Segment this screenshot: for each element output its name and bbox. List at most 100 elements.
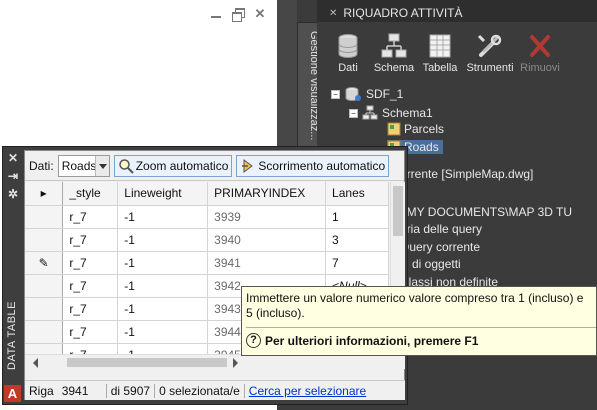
palette-side-bar: ✕ ⇥ ✲ DATA TABLE A bbox=[3, 147, 23, 404]
list-item[interactable]: Query corrente bbox=[400, 240, 480, 254]
tools-button-label: Strumenti bbox=[466, 62, 514, 74]
chevron-down-icon[interactable] bbox=[94, 155, 109, 176]
cell-style[interactable]: r_7 bbox=[62, 205, 119, 229]
tree-item-sdf-label: SDF_1 bbox=[366, 87, 404, 101]
row-header[interactable] bbox=[25, 228, 64, 252]
row-header[interactable] bbox=[25, 343, 64, 354]
remove-button-label: Rimuovi bbox=[520, 62, 560, 74]
cell-primaryindex[interactable]: 3941 bbox=[207, 251, 327, 275]
database-icon bbox=[345, 87, 361, 101]
side-tab-view-manager[interactable]: Gestione visualizzaz... bbox=[297, 22, 320, 162]
table-row[interactable]: ✎ r_7 -1 3941 7 bbox=[25, 251, 389, 275]
cell-lineweight[interactable]: -1 bbox=[117, 274, 209, 298]
scroll-auto-label: Scorrimento automatico bbox=[258, 158, 386, 173]
collapse-icon[interactable]: − bbox=[349, 108, 358, 118]
zoom-auto-label: Zoom automatico bbox=[135, 158, 229, 173]
pan-icon bbox=[240, 158, 256, 174]
cell-style[interactable]: r_7 bbox=[62, 228, 119, 252]
schema-icon bbox=[362, 105, 378, 120]
table-row[interactable]: r_7 -1 3940 3 bbox=[25, 228, 389, 252]
tree-item-parcels-label: Parcels bbox=[404, 122, 445, 136]
data-table-body: Dati: Roads Zoom automatico Scorrimento … bbox=[24, 150, 405, 400]
dati-select-value: Roads bbox=[61, 158, 97, 173]
cell-lineweight[interactable]: -1 bbox=[117, 297, 209, 321]
column-header[interactable]: Lanes bbox=[325, 182, 389, 206]
schema-button-label: Schema bbox=[373, 62, 415, 74]
table-button-label: Tabella bbox=[422, 62, 458, 74]
minimize-icon[interactable] bbox=[210, 8, 222, 20]
find-to-select-link[interactable]: Cerca per selezionare bbox=[245, 384, 370, 398]
help-icon: ? bbox=[246, 333, 261, 348]
cell-lineweight[interactable]: -1 bbox=[117, 320, 209, 344]
data-table-toolbar: Dati: Roads Zoom automatico Scorrimento … bbox=[25, 151, 404, 181]
horizontal-scrollbar[interactable] bbox=[25, 354, 405, 369]
column-header[interactable]: PRIMARYINDEX bbox=[207, 182, 327, 206]
close-icon[interactable]: ✕ bbox=[3, 151, 23, 165]
tree-item-schema-label: Schema1 bbox=[382, 106, 433, 120]
cell-style[interactable]: r_7 bbox=[62, 251, 119, 275]
dati-label: Dati: bbox=[29, 158, 54, 173]
schema-icon bbox=[380, 32, 408, 60]
collapse-icon[interactable]: − bbox=[331, 89, 340, 99]
selected-count: 0 selezionata/e bbox=[159, 383, 240, 398]
schema-button[interactable]: Schema bbox=[373, 32, 415, 74]
task-panel-close-icon[interactable]: ✕ bbox=[329, 8, 337, 19]
remove-button[interactable]: Rimuovi bbox=[519, 32, 561, 74]
tree-item-parcels[interactable]: Parcels bbox=[387, 122, 444, 136]
data-button[interactable]: Dati bbox=[327, 32, 369, 74]
task-panel-header: ✕ RIQUADRO ATTIVITÀ bbox=[317, 0, 597, 22]
cell-lanes[interactable]: 1 bbox=[325, 205, 389, 229]
cell-style[interactable]: r_7 bbox=[62, 320, 119, 344]
cell-lineweight[interactable]: -1 bbox=[117, 251, 209, 275]
cell-style[interactable]: r_7 bbox=[62, 297, 119, 321]
cell-lineweight[interactable]: -1 bbox=[117, 343, 209, 354]
palette-title: DATA TABLE bbox=[6, 301, 18, 370]
scrollbar-thumb[interactable] bbox=[67, 358, 227, 367]
tools-button[interactable]: Strumenti bbox=[465, 32, 515, 74]
cell-primaryindex[interactable]: 3940 bbox=[207, 228, 327, 252]
row-header[interactable] bbox=[25, 205, 64, 229]
grid-header-row: ▸ _style Lineweight PRIMARYINDEX Lanes bbox=[25, 182, 389, 206]
task-panel-toolbar: Dati Schema Tabella Strumenti Rimuovi bbox=[327, 32, 561, 74]
dati-select[interactable]: Roads bbox=[57, 154, 110, 177]
cell-lanes[interactable]: 7 bbox=[325, 251, 389, 275]
tree-item-sdf[interactable]: − SDF_1 bbox=[331, 86, 403, 102]
scrollbar-thumb[interactable] bbox=[393, 186, 403, 236]
table-button[interactable]: Tabella bbox=[419, 32, 461, 74]
cell-lineweight[interactable]: -1 bbox=[117, 228, 209, 252]
data-table-palette: ✕ ⇥ ✲ DATA TABLE A Dati: Roads Zoom auto… bbox=[2, 146, 408, 405]
row-header-corner[interactable]: ▸ bbox=[25, 182, 64, 206]
row-header[interactable] bbox=[25, 297, 64, 321]
close-icon[interactable]: ✕ bbox=[254, 7, 266, 20]
app-logo-icon: A bbox=[4, 385, 21, 402]
table-row[interactable]: r_7 -1 3939 1 bbox=[25, 205, 389, 229]
tooltip-text: Immettere un valore numerico valore comp… bbox=[246, 291, 584, 320]
cell-style[interactable]: r_7 bbox=[62, 343, 119, 354]
cell-style[interactable]: r_7 bbox=[62, 274, 119, 298]
row-header[interactable] bbox=[25, 274, 64, 298]
cell-lineweight[interactable]: -1 bbox=[117, 205, 209, 229]
scroll-left-icon[interactable] bbox=[28, 358, 38, 368]
list-item[interactable]: si di oggetti bbox=[400, 257, 461, 271]
settings-icon[interactable]: ✲ bbox=[3, 187, 23, 201]
list-item[interactable]: eria delle query bbox=[400, 222, 482, 236]
restore-icon[interactable] bbox=[232, 8, 245, 22]
riga-label: Riga bbox=[29, 383, 54, 398]
zoom-auto-button[interactable]: Zoom automatico bbox=[113, 154, 233, 177]
scroll-auto-button[interactable]: Scorrimento automatico bbox=[236, 154, 390, 177]
tree-item-schema[interactable]: − Schema1 bbox=[349, 105, 433, 121]
row-header[interactable] bbox=[25, 320, 64, 344]
list-item[interactable]: orrente [SimpleMap.dwg] bbox=[400, 167, 533, 181]
cell-lanes[interactable]: 3 bbox=[325, 228, 389, 252]
task-panel-title: RIQUADRO ATTIVITÀ bbox=[343, 6, 463, 20]
tooltip-help: ? Per ulteriori informazioni, premere F1 bbox=[246, 333, 596, 348]
scroll-right-icon[interactable] bbox=[233, 358, 243, 368]
window-controls: ✕ bbox=[210, 7, 266, 22]
cell-primaryindex[interactable]: 3939 bbox=[207, 205, 327, 229]
list-item[interactable]: :\MY DOCUMENTS\MAP 3D TU bbox=[400, 205, 572, 219]
autohide-icon[interactable]: ⇥ bbox=[3, 169, 23, 183]
row-header-editing[interactable]: ✎ bbox=[25, 251, 64, 275]
column-header[interactable]: _style bbox=[62, 182, 119, 206]
riga-value[interactable]: 3941 bbox=[58, 384, 106, 398]
column-header[interactable]: Lineweight bbox=[117, 182, 209, 206]
